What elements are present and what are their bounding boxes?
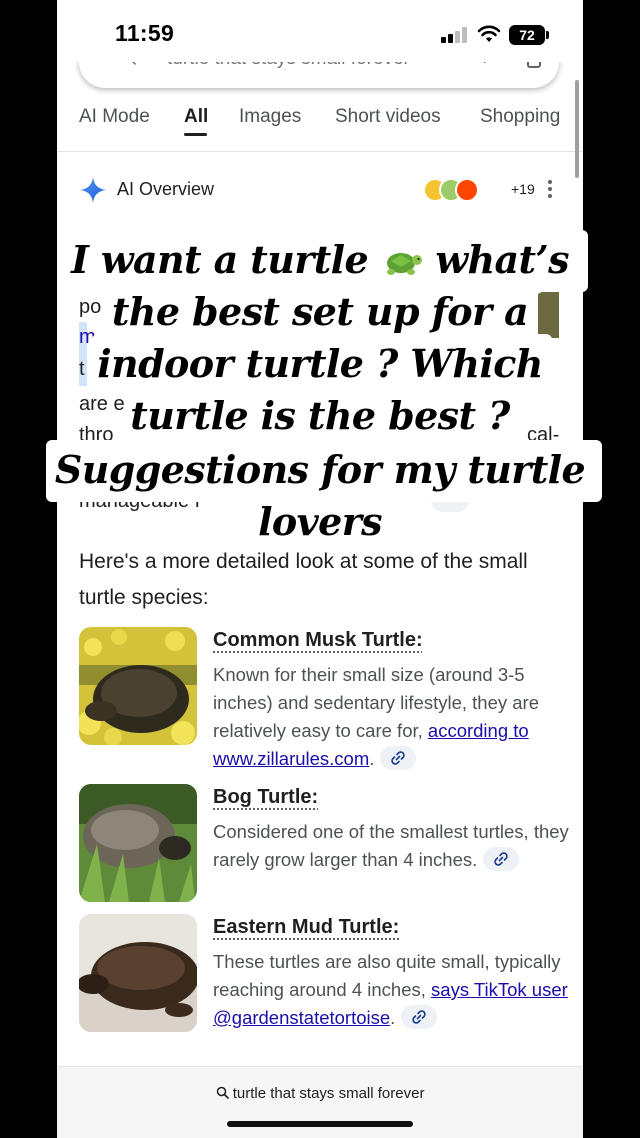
species-title[interactable]: Common Musk Turtle:	[213, 629, 423, 652]
caption-line: indoor turtle ? Which	[97, 341, 543, 386]
reddit-source-icon	[455, 178, 479, 202]
species-description: Known for their small size (around 3-5 i…	[213, 661, 569, 773]
search-tabs: AI Mode All Images Short videos Shopping	[57, 100, 583, 152]
caption-overlay: I want a turtle what’s the best set up f…	[0, 226, 640, 556]
wifi-icon	[477, 25, 501, 42]
period: .	[390, 1007, 396, 1028]
ai-overview-title: AI Overview	[117, 179, 215, 199]
tab-short-videos[interactable]: Short videos	[335, 106, 441, 128]
caption-text: what’s	[435, 237, 569, 282]
tab-ai-mode[interactable]: AI Mode	[79, 106, 150, 128]
tab-images[interactable]: Images	[239, 106, 301, 128]
mud-turtle-image[interactable]	[79, 914, 197, 1032]
species-title[interactable]: Eastern Mud Turtle:	[213, 916, 399, 939]
home-indicator[interactable]	[227, 1121, 413, 1127]
tab-all[interactable]: All	[184, 106, 208, 128]
battery-icon: 72	[509, 25, 545, 45]
caption-line: lovers	[258, 499, 382, 544]
musk-turtle-image[interactable]	[79, 627, 197, 745]
turtle-emoji-icon	[386, 253, 422, 275]
more-options-icon[interactable]	[547, 180, 553, 200]
phone-screen: 11:59 72 ‹ turtle that stays small forev…	[57, 0, 583, 1138]
scrollbar[interactable]	[575, 80, 579, 178]
link-chip[interactable]	[483, 847, 520, 871]
bottom-query-text: turtle that stays small forever	[232, 1085, 425, 1102]
source-count[interactable]: +19	[511, 181, 535, 197]
source-avatars[interactable]	[423, 176, 495, 204]
bog-turtle-image[interactable]	[79, 784, 197, 902]
link-icon	[412, 1010, 427, 1024]
caption-line: turtle is the best ?	[130, 393, 510, 438]
link-icon	[494, 852, 508, 866]
caption-line: Suggestions for my turtle	[54, 447, 586, 492]
active-tab-indicator	[184, 133, 207, 136]
status-bar: 11:59 72	[57, 0, 583, 62]
search-icon	[216, 1086, 229, 1099]
caption-line: the best set up for a	[111, 289, 529, 334]
link-chip[interactable]	[380, 746, 417, 770]
status-time: 11:59	[115, 20, 175, 46]
ai-overview-header: AI Overview +19	[79, 176, 559, 206]
link-chip[interactable]	[401, 1005, 438, 1029]
link-icon	[391, 751, 406, 765]
period: .	[369, 748, 375, 769]
tab-shopping[interactable]: Shopping	[480, 106, 560, 128]
species-title[interactable]: Bog Turtle:	[213, 786, 318, 809]
species-description: Considered one of the smallest turtles, …	[213, 818, 569, 874]
cellular-signal-icon	[441, 27, 469, 43]
caption-text: I want a turtle	[71, 237, 369, 282]
caption-line: I want a turtle what’s	[0, 235, 640, 285]
bottom-search-query[interactable]: turtle that stays small forever	[57, 1085, 583, 1102]
bottom-bar[interactable]: turtle that stays small forever	[57, 1066, 583, 1138]
gemini-sparkle-icon	[80, 177, 106, 203]
species-description: These turtles are also quite small, typi…	[213, 948, 569, 1032]
battery-cap	[546, 31, 549, 39]
